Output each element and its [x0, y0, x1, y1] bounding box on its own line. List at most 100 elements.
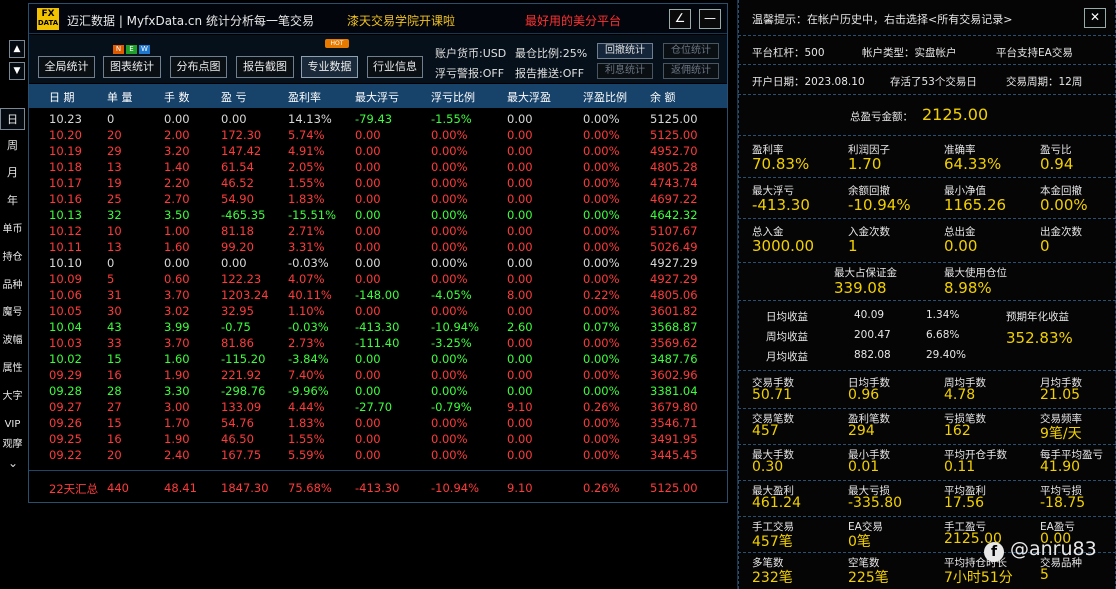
column-header[interactable]: 手 数 — [164, 89, 190, 105]
side-tab-3[interactable]: 年 — [0, 190, 25, 212]
side-tab-4[interactable]: 单币 — [0, 219, 25, 241]
industry-info-button[interactable]: 行业信息 — [367, 56, 423, 78]
rebate-stats-button[interactable]: 返佣统计 — [663, 63, 719, 79]
table-row[interactable]: 10.13 32 3.50 -465.35 -15.51% 0.00 0.00% 0.00 0.… — [29, 207, 727, 223]
drawdown-stats-button[interactable]: 回撤统计 — [597, 43, 653, 59]
side-tab-11[interactable]: VIP — [0, 414, 25, 436]
table-cell: 2.40 — [164, 448, 190, 462]
minimize-icon[interactable]: — — [699, 9, 721, 29]
table-cell: 10.10 — [49, 256, 82, 270]
table-cell: 0.00 — [507, 208, 533, 222]
distribution-chart-button[interactable]: 分布点图 — [170, 56, 227, 78]
table-row[interactable]: 09.26 15 1.70 54.76 1.83% 0.00 0.00% 0.00 0.00% 3… — [29, 415, 727, 431]
column-header[interactable]: 最大浮亏 — [355, 89, 399, 105]
table-cell: 10.04 — [49, 320, 82, 334]
table-row[interactable]: 09.28 28 3.30 -298.76 -9.96% 0.00 0.00% 0.00 0.0… — [29, 383, 727, 399]
side-tab-8[interactable]: 波幅 — [0, 330, 25, 352]
table-cell: 0.00% — [583, 176, 620, 190]
annual-return-value: 352.83% — [1006, 329, 1073, 347]
float-loss-alert-toggle[interactable]: 浮亏警报:OFF — [435, 65, 504, 81]
column-header[interactable]: 盈利率 — [288, 89, 321, 105]
table-cell: 3568.87 — [650, 320, 698, 334]
table-cell: 10.05 — [49, 304, 82, 318]
scroll-down-button[interactable]: ▼ — [9, 62, 25, 80]
table-row[interactable]: 09.29 16 1.90 221.92 7.40% 0.00 0.00% 0.00 0.00%… — [29, 367, 727, 383]
table-cell: 20 — [107, 448, 122, 462]
table-cell: -0.03% — [288, 320, 329, 334]
table-cell: 1203.24 — [221, 288, 269, 302]
table-cell: 10.11 — [49, 240, 82, 254]
table-cell: 10.09 — [49, 272, 82, 286]
max-position-ratio-label: 最仓比例:25% — [515, 47, 588, 60]
side-tab-10[interactable]: 大字 — [0, 386, 25, 408]
side-tab-5[interactable]: 持仓 — [0, 247, 25, 269]
table-row[interactable]: 10.04 43 3.99 -0.75 -0.03% -413.30 -10.94% 2.60… — [29, 319, 727, 335]
column-header[interactable]: 单 量 — [107, 89, 133, 105]
table-cell: 0.00% — [431, 144, 468, 158]
column-header[interactable]: 日 期 — [49, 89, 75, 105]
avg-return-pct: 29.40% — [926, 349, 967, 361]
table-row[interactable]: 10.23 0 0.00 0.00 14.13% -79.43 -1.55% 0.00 0.00… — [29, 111, 727, 127]
table-cell: 1.90 — [164, 432, 190, 446]
side-tab-12[interactable]: 观摩 — [0, 434, 25, 456]
column-header[interactable]: 余 额 — [650, 89, 676, 105]
table-row[interactable]: 10.09 5 0.60 122.23 4.07% 0.00 0.00% 0.00 0.00% 4… — [29, 271, 727, 287]
table-row[interactable]: 10.02 15 1.60 -115.20 -3.84% 0.00 0.00% 0.00 0.0… — [29, 351, 727, 367]
avg-return-pct: 6.68% — [926, 329, 960, 341]
side-tab-2[interactable]: 月 — [0, 162, 25, 184]
summary-cell: 1847.30 — [221, 481, 269, 495]
table-cell: 81.18 — [221, 224, 254, 238]
report-screenshot-button[interactable]: 报告截图 — [236, 56, 294, 78]
more-tabs-chevron-icon[interactable]: ⌄ — [6, 456, 20, 470]
edit-icon[interactable]: ∠ — [669, 9, 691, 29]
table-cell: 3546.71 — [650, 416, 698, 430]
table-row[interactable]: 10.05 30 3.02 32.95 1.10% 0.00 0.00% 0.00 0.00% 3… — [29, 303, 727, 319]
side-tab-7[interactable]: 魔号 — [0, 302, 25, 324]
column-header[interactable]: 盈 亏 — [221, 89, 247, 105]
table-cell: 0.00% — [583, 432, 620, 446]
side-tab-9[interactable]: 属性 — [0, 358, 25, 380]
scroll-up-button[interactable]: ▲ — [9, 40, 25, 58]
table-row[interactable]: 10.19 29 3.20 147.42 4.91% 0.00 0.00% 0.00 0.00%… — [29, 143, 727, 159]
pro-data-button[interactable]: 专业数据 — [301, 56, 358, 78]
table-cell: 4697.22 — [650, 192, 698, 206]
table-row[interactable]: 10.18 13 1.40 61.54 2.05% 0.00 0.00% 0.00 0.00% 4… — [29, 159, 727, 175]
table-row[interactable]: 09.25 16 1.90 46.50 1.55% 0.00 0.00% 0.00 0.00% 3… — [29, 431, 727, 447]
table-cell: 3.02 — [164, 304, 190, 318]
column-header[interactable]: 浮亏比例 — [431, 89, 475, 105]
stat-value: 294 — [848, 423, 875, 439]
side-tab-1[interactable]: 周 — [0, 135, 25, 157]
chart-stats-button[interactable]: 图表统计 — [103, 56, 161, 78]
academy-promo-link[interactable]: 漆天交易学院开课啦 — [347, 12, 455, 29]
interest-stats-button[interactable]: 利息统计 — [597, 63, 653, 79]
side-tab-0[interactable]: 日 — [0, 108, 25, 130]
table-cell: 0.00 — [507, 448, 533, 462]
table-row[interactable]: 10.11 13 1.60 99.20 3.31% 0.00 0.00% 0.00 0.00% 5… — [29, 239, 727, 255]
report-push-toggle[interactable]: 报告推送:OFF — [515, 65, 584, 81]
table-row[interactable]: 09.27 27 3.00 133.09 4.44% -27.70 -0.79% 9.10 0.… — [29, 399, 727, 415]
table-row[interactable]: 10.06 31 3.70 1203.24 40.11% -148.00 -4.05% 8.0… — [29, 287, 727, 303]
table-row[interactable]: 10.10 0 0.00 0.00 -0.03% 0.00 0.00% 0.00 0.00% 49… — [29, 255, 727, 271]
position-stats-button[interactable]: 仓位统计 — [663, 43, 719, 59]
table-cell: 0.00% — [583, 448, 620, 462]
table-row[interactable]: 10.17 19 2.20 46.52 1.55% 0.00 0.00% 0.00 0.00% 4… — [29, 175, 727, 191]
table-cell: 0.00 — [507, 112, 533, 126]
stat-value: 461.24 — [752, 495, 801, 511]
table-row[interactable]: 09.22 20 2.40 167.75 5.59% 0.00 0.00% 0.00 0.00%… — [29, 447, 727, 463]
global-stats-button[interactable]: 全局统计 — [38, 56, 95, 78]
platform-promo-link[interactable]: 最好用的美分平台 — [525, 12, 621, 29]
stat-value: 9笔/天 — [1040, 426, 1082, 442]
table-cell: 5.74% — [288, 128, 325, 142]
column-header[interactable]: 浮盈比例 — [583, 89, 627, 105]
table-row[interactable]: 10.03 33 3.70 81.86 2.73% -111.40 -3.25% 0.00 0.… — [29, 335, 727, 351]
table-cell: 221.92 — [221, 368, 262, 382]
stat-value: 0.96 — [848, 387, 880, 403]
stats-panel: 温馨提示：在帐户历史中，右击选择<所有交易记录> ✕ 平台杠杆：500 帐户类型… — [737, 0, 1116, 589]
table-cell: 0.00% — [583, 224, 620, 238]
side-tab-6[interactable]: 品种 — [0, 275, 25, 297]
column-header[interactable]: 最大浮盈 — [507, 89, 551, 105]
close-icon[interactable]: ✕ — [1084, 8, 1106, 28]
table-row[interactable]: 10.12 10 1.00 81.18 2.71% 0.00 0.00% 0.00 0.00% 5… — [29, 223, 727, 239]
table-row[interactable]: 10.16 25 2.70 54.90 1.83% 0.00 0.00% 0.00 0.00% 4… — [29, 191, 727, 207]
table-row[interactable]: 10.20 20 2.00 172.30 5.74% 0.00 0.00% 0.00 0.00%… — [29, 127, 727, 143]
